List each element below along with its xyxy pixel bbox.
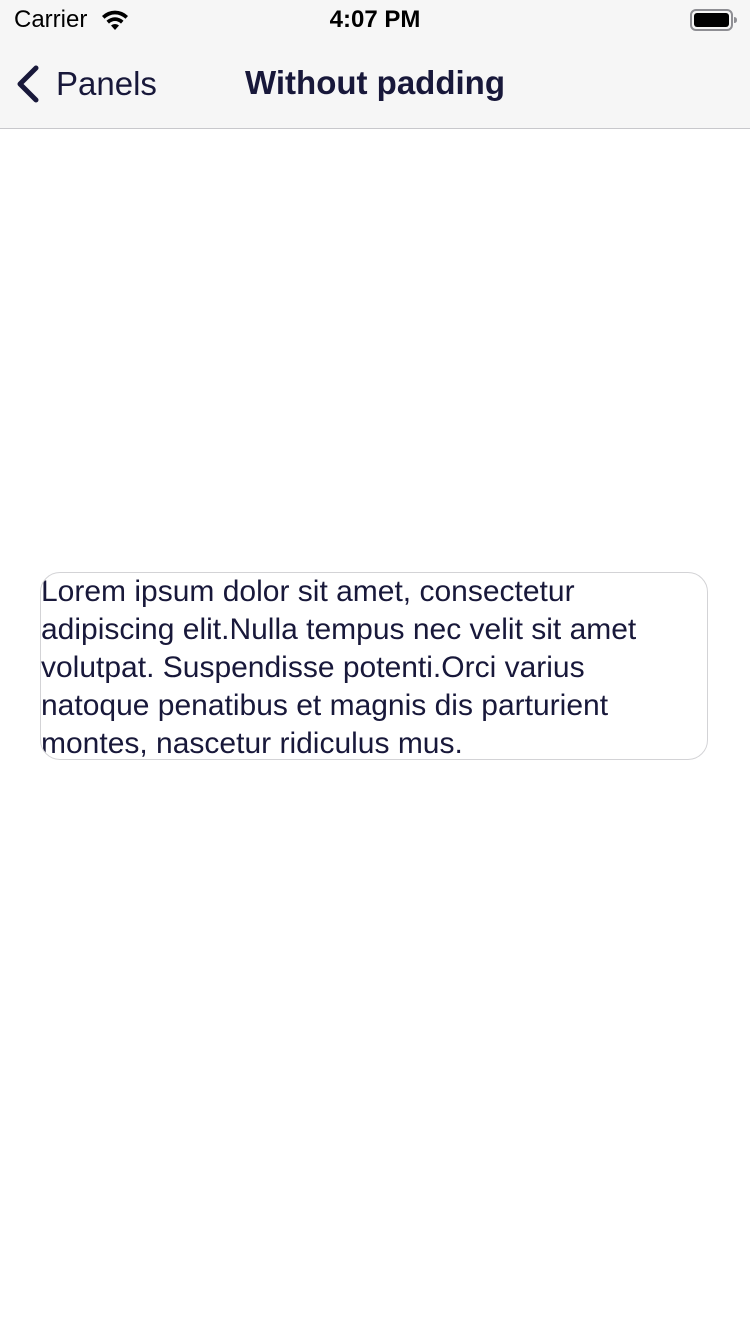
status-time: 4:07 PM (329, 6, 421, 33)
status-bar: Carrier 4:07 PM (0, 0, 750, 40)
top-chrome: Carrier 4:07 PM Panels Without padding (0, 0, 750, 129)
battery-icon (690, 9, 737, 31)
panel-without-padding: Lorem ipsum dolor sit amet, consectetur … (40, 572, 708, 760)
page-title: Without padding (245, 64, 505, 101)
navigation-bar: Panels Without padding (0, 40, 750, 128)
panel-text: Lorem ipsum dolor sit amet, consectetur … (41, 575, 637, 760)
